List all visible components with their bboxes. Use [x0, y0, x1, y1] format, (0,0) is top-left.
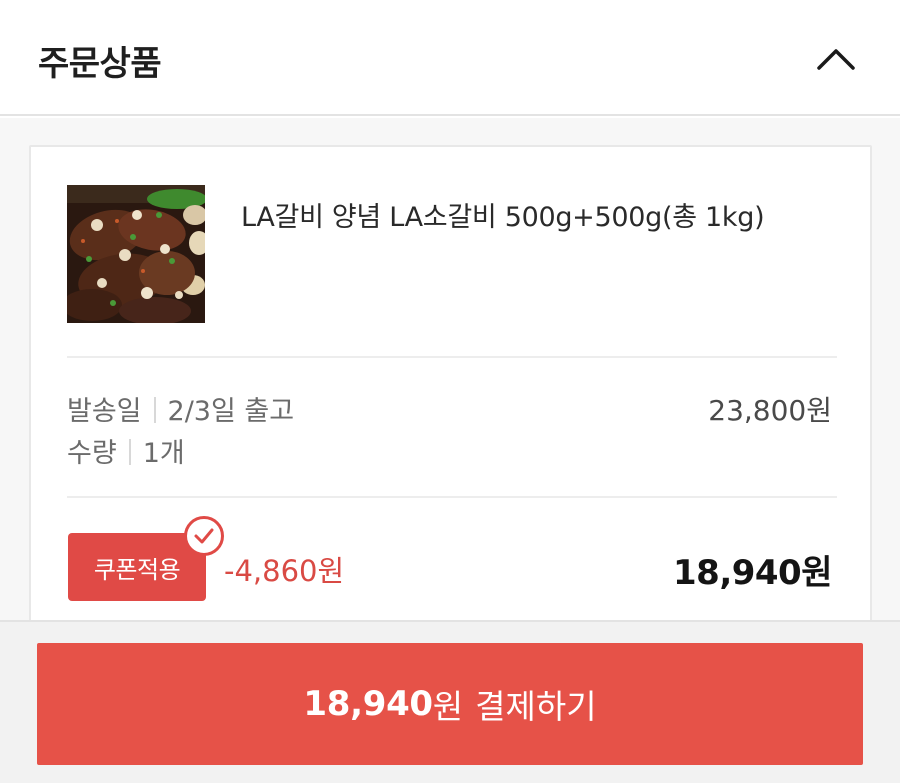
pay-unit: 원 [432, 687, 464, 726]
divider [67, 356, 837, 358]
grilled-galbi-photo [67, 185, 205, 323]
quantity-label: 수량 [67, 438, 117, 469]
order-items-header[interactable]: 주문상품 [0, 0, 900, 116]
original-price: 23,800원 [708, 394, 832, 427]
shipping-value: 2/3일 출고 [167, 396, 295, 427]
final-price: 18,940원 [673, 553, 832, 593]
coupon-applied-badge [184, 516, 224, 556]
divider [67, 496, 837, 498]
pay-label: 결제하기 [475, 687, 597, 726]
product-card: LA갈비 양념 LA소갈비 500g+500g(총 1kg) 발송일 2/3일 출… [29, 145, 872, 665]
collapse-button[interactable] [806, 34, 866, 84]
product-thumbnail[interactable] [67, 185, 205, 323]
quantity: 수량 1개 [67, 431, 185, 470]
separator [153, 397, 156, 423]
chevron-up-icon [817, 49, 855, 70]
pay-amount: 18,940 [303, 684, 433, 724]
checkout-button[interactable]: 18,940 원 결제하기 [37, 643, 863, 765]
section-title: 주문상품 [38, 44, 162, 84]
product-name[interactable]: LA갈비 양념 LA소갈비 500g+500g(총 1kg) [241, 195, 765, 234]
quantity-value: 1개 [142, 438, 185, 469]
bottom-bar: 18,940 원 결제하기 [0, 620, 900, 783]
shipping-date: 발송일 2/3일 출고 [67, 389, 294, 428]
order-page: 주문상품 LA갈비 양념 LA소갈비 500g+500g(총 1kg) 발송일 … [0, 0, 900, 783]
shipping-label: 발송일 [67, 396, 142, 427]
check-circle-icon [194, 528, 214, 544]
discount-amount: -4,860원 [224, 554, 345, 588]
separator [128, 439, 131, 465]
